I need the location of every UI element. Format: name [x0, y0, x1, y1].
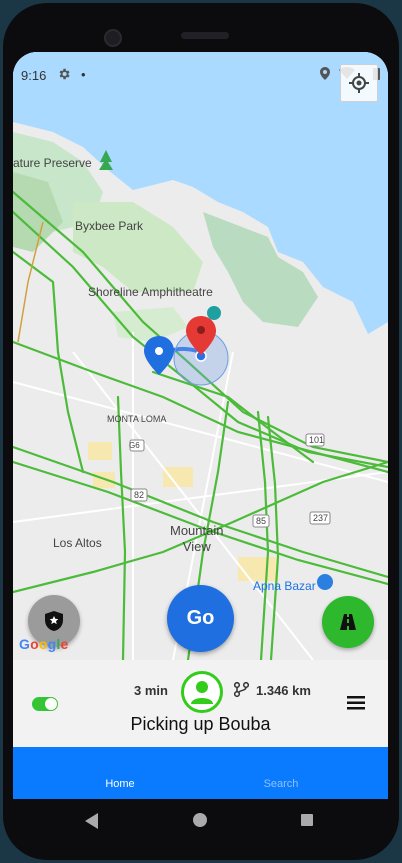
map-label-los-altos: Los Altos	[53, 536, 102, 550]
app-screen: ature Preserve Byxbee Park Shoreline Amp…	[13, 52, 388, 799]
road-icon	[340, 614, 356, 630]
online-toggle[interactable]	[32, 697, 58, 711]
tab-home[interactable]: Home	[80, 778, 160, 790]
map-label-g6: G6	[129, 441, 140, 450]
hamburger-menu-icon[interactable]	[347, 696, 365, 715]
toggle-knob	[45, 698, 57, 710]
front-camera	[104, 29, 122, 47]
nav-recent-apps-icon[interactable]	[301, 814, 313, 826]
go-button[interactable]: Go	[167, 585, 234, 652]
status-bar: 9:16 •	[13, 66, 388, 84]
trip-status-text: Picking up Bouba	[130, 714, 271, 734]
system-navigation-bar	[13, 799, 388, 844]
trip-panel: 3 min 1.346 km Picking up Bouba	[13, 660, 388, 747]
notification-dot-icon: •	[81, 67, 86, 82]
google-logo: Google	[19, 636, 69, 652]
eta-text: 3 min	[134, 683, 168, 698]
map-label-shoreline-amphitheatre: Shoreline Amphitheatre	[88, 285, 213, 299]
crosshair-icon	[349, 73, 369, 93]
map-label-monta-loma: MONTA LOMA	[107, 414, 167, 424]
distance-text: 1.346 km	[256, 683, 311, 698]
map-label-route-101: 101	[309, 435, 325, 445]
route-icon	[233, 681, 250, 702]
map-label-nature-preserve: ature Preserve	[13, 156, 92, 170]
map-view[interactable]: ature Preserve Byxbee Park Shoreline Amp…	[13, 52, 388, 662]
map-label-apna-bazar: Apna Bazar	[253, 579, 316, 593]
nav-back-icon[interactable]	[85, 813, 99, 834]
map-label-mountain-view: Mountain View	[170, 523, 224, 554]
recenter-location-button[interactable]	[340, 64, 378, 102]
person-icon	[191, 681, 213, 704]
status-time: 9:16	[21, 68, 47, 83]
map-label-route-82: 82	[134, 490, 145, 500]
map-canvas	[13, 52, 388, 662]
location-icon	[320, 67, 330, 83]
map-label-byxbee-park: Byxbee Park	[75, 219, 144, 233]
bottom-tab-bar: Home Search	[13, 747, 388, 799]
map-label-route-237: 237	[313, 513, 329, 523]
map-label-route-85: 85	[256, 516, 267, 526]
passenger-avatar[interactable]	[181, 671, 223, 713]
police-shield-icon	[45, 611, 63, 631]
tab-search[interactable]: Search	[241, 778, 321, 790]
earpiece-speaker	[181, 32, 229, 39]
nav-home-icon[interactable]	[193, 813, 207, 827]
settings-gear-icon	[57, 67, 71, 84]
road-view-button[interactable]	[322, 596, 374, 648]
